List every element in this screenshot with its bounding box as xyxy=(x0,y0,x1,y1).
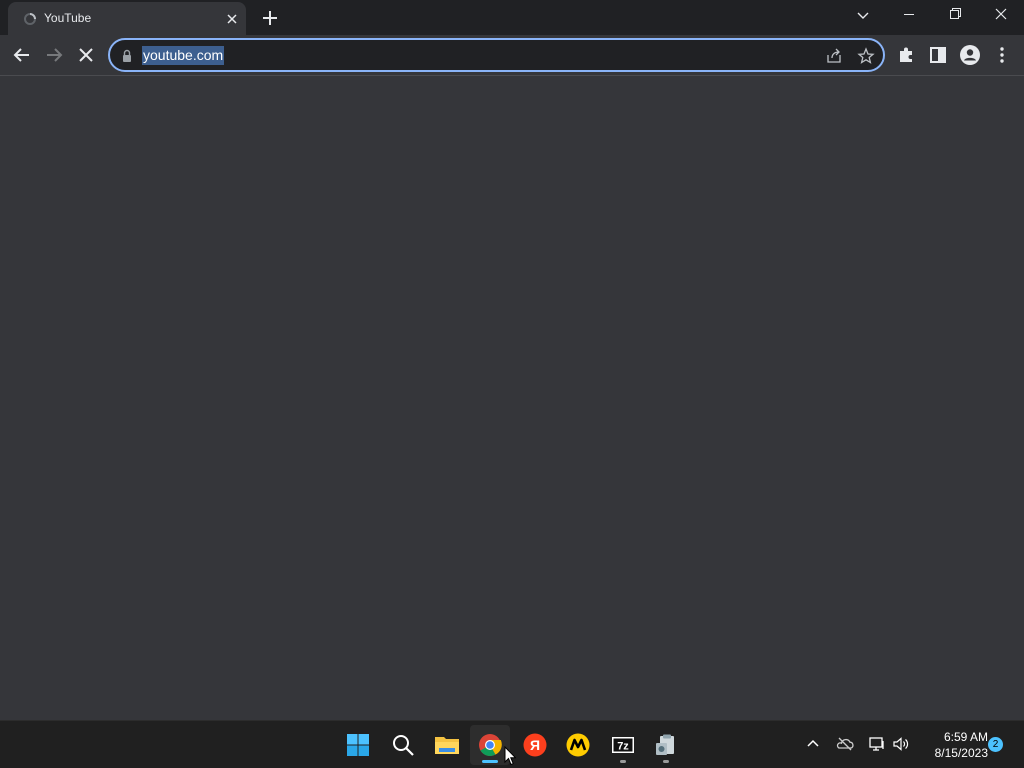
7zip-label: 7z xyxy=(617,741,629,753)
market-icon xyxy=(566,733,590,757)
page-content xyxy=(0,77,1024,720)
notification-badge[interactable]: 2 xyxy=(988,737,1003,752)
clipboard-app-icon xyxy=(656,734,674,755)
taskbar-app[interactable] xyxy=(646,725,686,765)
search-icon xyxy=(393,735,414,756)
minimize-button[interactable] xyxy=(886,0,932,30)
running-indicator xyxy=(663,760,669,763)
onedrive-offline-icon[interactable] xyxy=(836,735,854,753)
minimize-icon xyxy=(904,14,914,15)
7zip-icon: 7z xyxy=(612,737,634,753)
chevron-up-icon[interactable] xyxy=(804,735,822,753)
tab-strip: YouTube xyxy=(0,0,1024,35)
mouse-cursor-icon xyxy=(504,746,516,766)
stop-icon[interactable] xyxy=(74,43,98,67)
clock-date: 8/15/2023 xyxy=(934,746,988,760)
tab-youtube[interactable]: YouTube xyxy=(8,2,246,35)
yandex-icon: Я xyxy=(523,733,547,757)
network-icon[interactable] xyxy=(868,735,886,753)
profile-icon[interactable] xyxy=(958,43,982,67)
extensions-icon[interactable] xyxy=(894,43,918,67)
taskbar-yandex-market[interactable] xyxy=(558,725,598,765)
windows-logo-icon xyxy=(347,734,369,756)
restore-icon xyxy=(950,8,961,19)
lock-icon[interactable] xyxy=(121,49,133,63)
menu-icon[interactable] xyxy=(990,43,1014,67)
start-button[interactable] xyxy=(338,725,378,765)
url-text[interactable]: youtube.com xyxy=(142,46,225,65)
chrome-icon xyxy=(479,734,502,756)
loading-spinner-icon xyxy=(24,13,36,25)
taskbar-search-button[interactable] xyxy=(383,725,423,765)
forward-icon xyxy=(47,48,63,62)
new-tab-icon[interactable] xyxy=(260,8,280,28)
tab-title: YouTube xyxy=(44,11,92,25)
browser-toolbar: youtube.com xyxy=(0,35,1024,76)
tab-close-icon[interactable] xyxy=(224,11,240,27)
taskbar-7zip[interactable]: 7z xyxy=(603,725,643,765)
active-indicator xyxy=(482,760,498,763)
side-panel-icon[interactable] xyxy=(926,43,950,67)
taskbar-yandex[interactable]: Я xyxy=(515,725,555,765)
back-icon[interactable] xyxy=(10,43,34,67)
taskbar-file-explorer[interactable] xyxy=(426,725,466,765)
close-window-button[interactable] xyxy=(978,0,1024,30)
tab-search-icon[interactable] xyxy=(852,6,874,24)
folder-icon xyxy=(435,737,459,754)
running-indicator xyxy=(620,760,626,763)
close-icon xyxy=(995,8,1007,20)
yandex-label: Я xyxy=(530,737,540,753)
taskbar-clock[interactable]: 6:59 AM 8/15/2023 xyxy=(916,729,988,761)
restore-button[interactable] xyxy=(932,0,978,30)
clock-time: 6:59 AM xyxy=(943,730,988,744)
share-icon[interactable] xyxy=(825,47,843,65)
address-bar[interactable]: youtube.com xyxy=(108,38,885,72)
star-icon[interactable] xyxy=(857,47,875,65)
volume-icon[interactable] xyxy=(892,735,910,753)
